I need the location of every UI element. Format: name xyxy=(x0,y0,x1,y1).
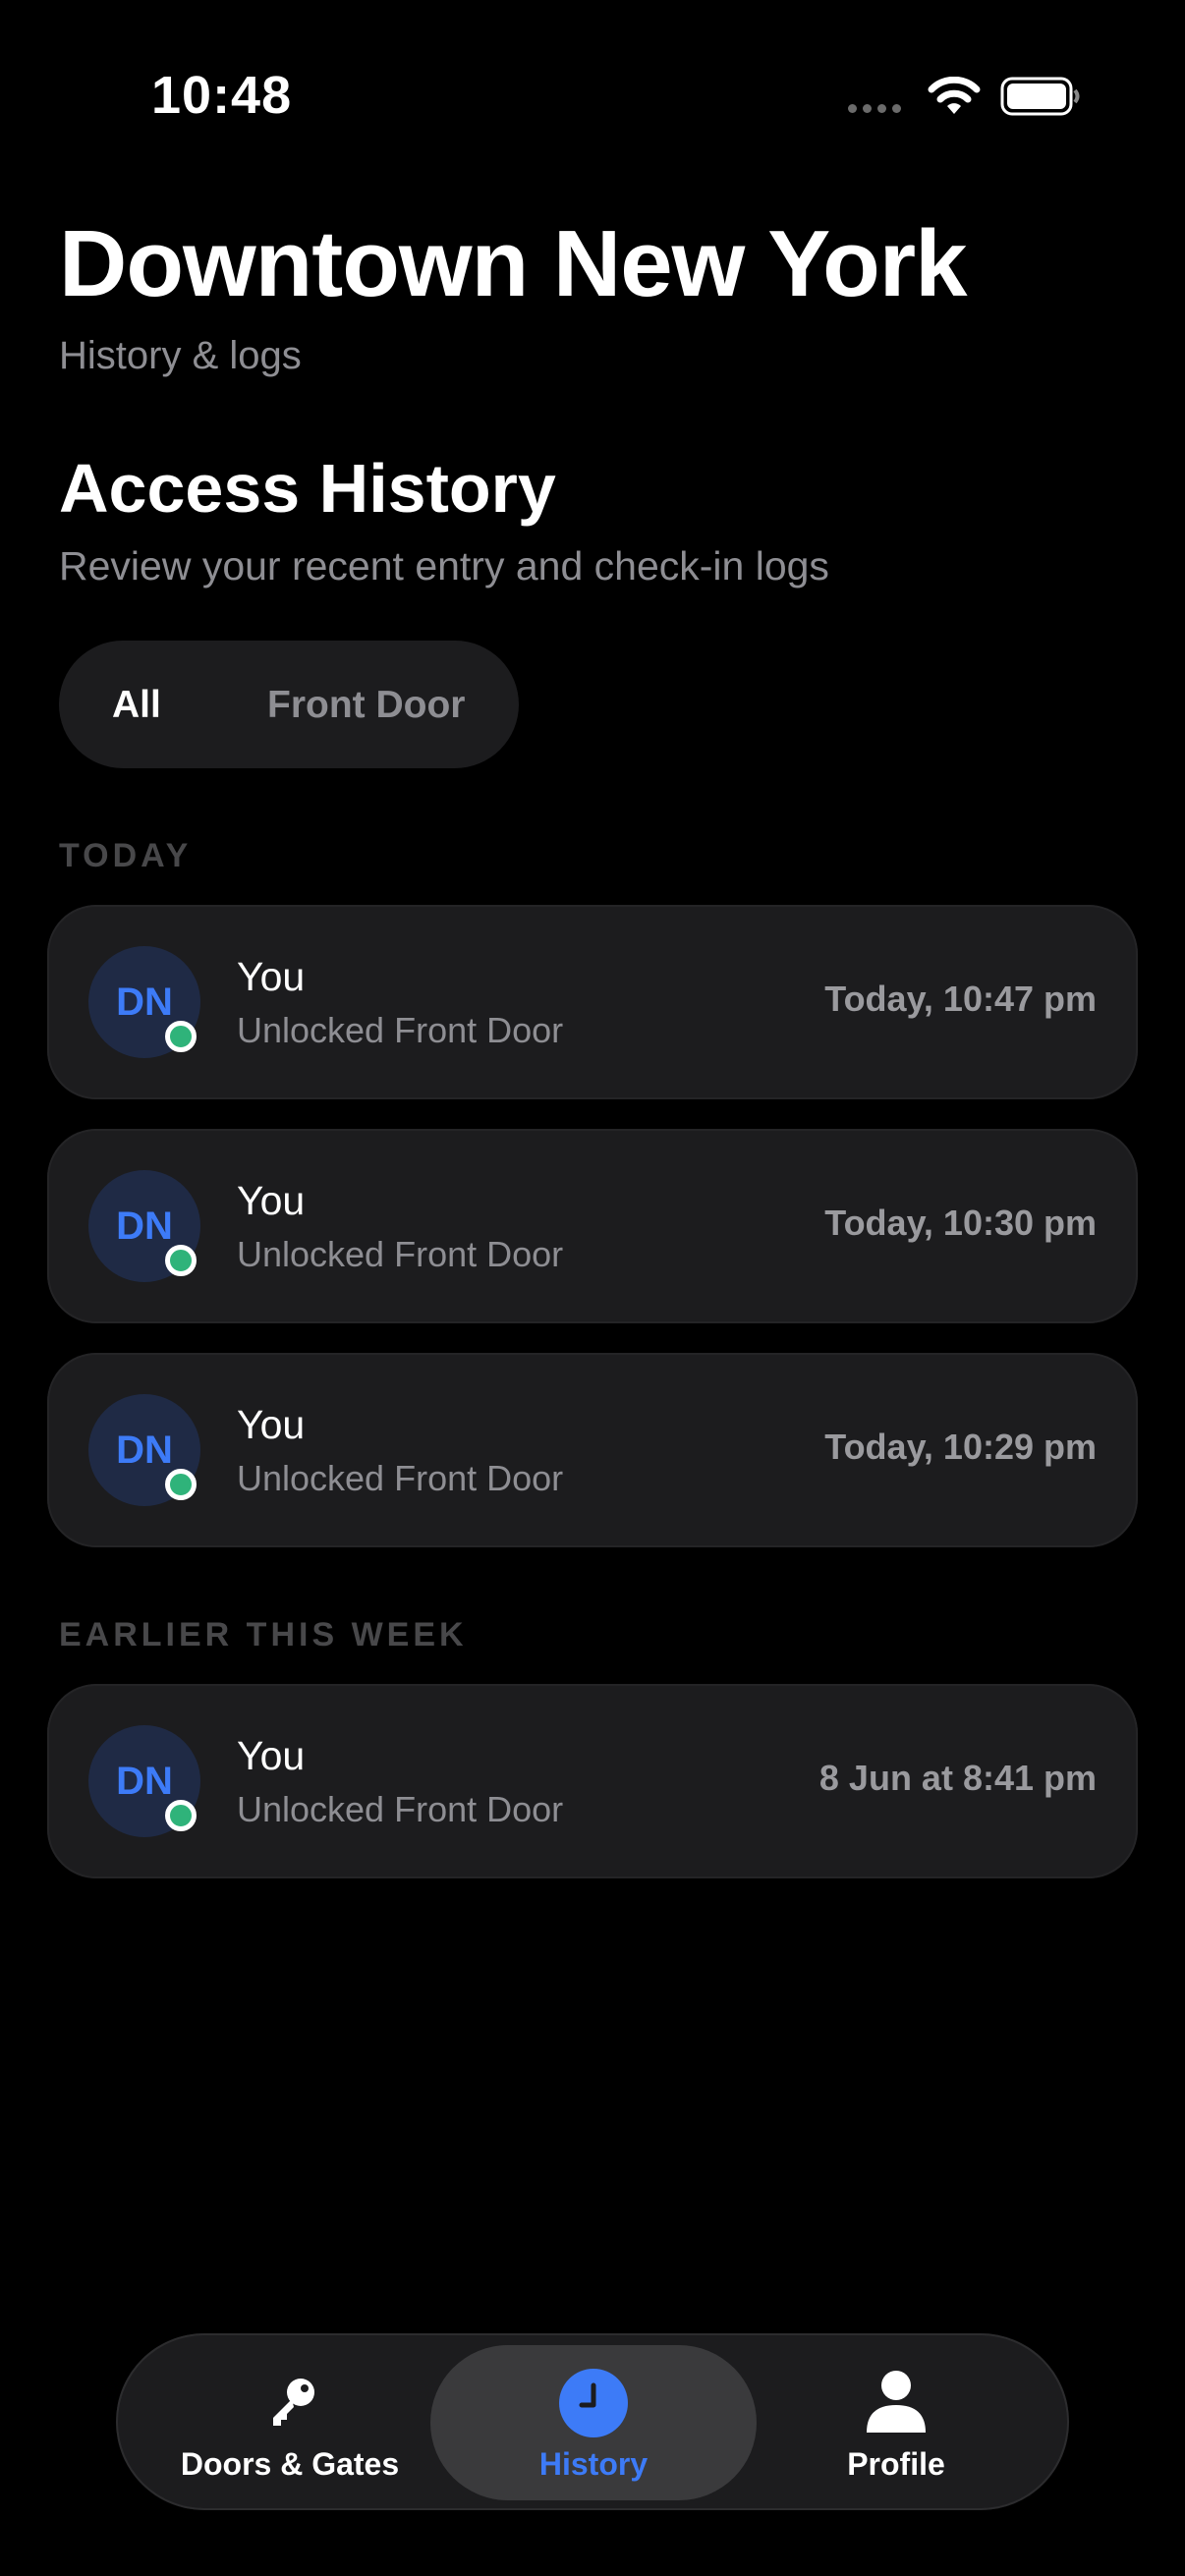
entry-user: You xyxy=(237,1402,306,1447)
filter-all-button[interactable]: All xyxy=(112,684,161,727)
group-label-earlier: EARLIER THIS WEEK xyxy=(59,1616,468,1653)
online-status-dot xyxy=(165,1469,197,1500)
entry-action: Unlocked Front Door xyxy=(237,1458,564,1498)
entry-action: Unlocked Front Door xyxy=(237,1234,564,1274)
online-status-dot xyxy=(165,1021,197,1052)
status-time: 10:48 xyxy=(151,66,293,125)
filter-front-door-button[interactable]: Front Door xyxy=(267,684,465,727)
group-label-today: TODAY xyxy=(59,837,193,874)
history-entry[interactable]: DN You Unlocked Front Door Today, 10:29 … xyxy=(47,1353,1138,1547)
key-icon[interactable] xyxy=(263,2373,322,2432)
history-entry[interactable]: DN You Unlocked Front Door Today, 10:47 … xyxy=(47,905,1138,1099)
entry-timestamp: Today, 10:47 pm xyxy=(824,979,1097,1019)
tab-doors-and-gates[interactable]: Doors & Gates xyxy=(157,2446,423,2483)
history-entry[interactable]: DN You Unlocked Front Door 8 Jun at 8:41… xyxy=(47,1684,1138,1878)
person-icon[interactable] xyxy=(865,2370,928,2435)
battery-icon xyxy=(1000,77,1080,116)
entry-user: You xyxy=(237,1733,306,1778)
wifi-icon xyxy=(928,77,981,114)
tab-history[interactable]: History xyxy=(430,2446,757,2483)
page-subtitle: History & logs xyxy=(59,334,302,377)
entry-timestamp: 8 Jun at 8:41 pm xyxy=(818,1758,1097,1798)
tab-profile[interactable]: Profile xyxy=(776,2446,1016,2483)
history-entry[interactable]: DN You Unlocked Front Door Today, 10:30 … xyxy=(47,1129,1138,1323)
entry-timestamp: Today, 10:29 pm xyxy=(824,1427,1097,1467)
online-status-dot xyxy=(165,1800,197,1831)
page-title: Downtown New York xyxy=(59,211,967,316)
section-subtitle: Review your recent entry and check-in lo… xyxy=(59,543,829,588)
online-status-dot xyxy=(165,1245,197,1276)
section-title: Access History xyxy=(59,450,556,527)
clock-icon[interactable] xyxy=(558,2368,629,2438)
entry-action: Unlocked Front Door xyxy=(237,1789,564,1829)
entry-user: You xyxy=(237,1178,306,1223)
entry-timestamp: Today, 10:30 pm xyxy=(824,1203,1097,1243)
cellular-signal-icon xyxy=(848,104,901,113)
entry-action: Unlocked Front Door xyxy=(237,1010,564,1050)
entry-user: You xyxy=(237,954,306,999)
